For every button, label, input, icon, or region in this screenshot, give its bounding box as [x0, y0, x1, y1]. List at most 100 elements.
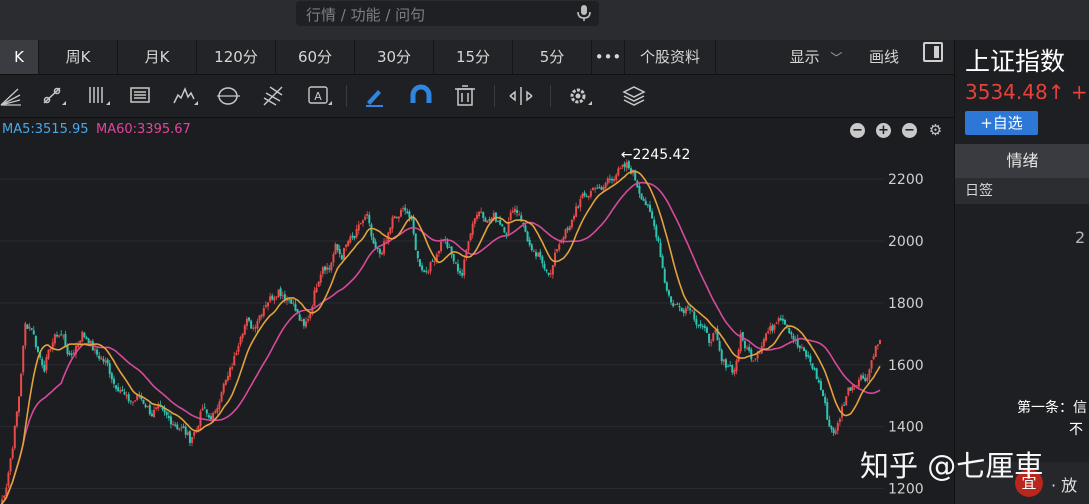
stock-profile-tab[interactable]: 个股资料 — [625, 40, 716, 74]
collapse-icon[interactable]: − — [850, 123, 865, 138]
candle-body — [184, 426, 187, 435]
candle-body — [378, 248, 381, 254]
fibonacci-icon[interactable] — [260, 83, 286, 109]
candle-body — [554, 252, 557, 266]
candle-body — [123, 392, 126, 395]
candle-body — [499, 219, 502, 225]
candle-body — [328, 268, 331, 270]
draw-line-button[interactable]: 画线 — [856, 40, 912, 74]
candle-body — [699, 323, 702, 327]
candle-body — [271, 295, 274, 300]
period-15min[interactable]: 15分 — [434, 40, 513, 74]
layout-toggle-icon[interactable] — [923, 42, 943, 62]
candle-body — [24, 323, 27, 346]
candle-body — [241, 333, 244, 339]
candle-body — [463, 259, 466, 276]
candle-body — [193, 432, 196, 436]
candle-body — [340, 255, 343, 260]
candle-body — [427, 271, 430, 273]
candle-body — [361, 220, 364, 224]
candle-body — [775, 322, 778, 324]
period-day-k[interactable]: K — [0, 40, 39, 74]
candle-body — [836, 423, 839, 431]
zoom-out-icon[interactable]: − — [902, 123, 917, 138]
candle-body — [591, 187, 594, 191]
pen-icon[interactable] — [362, 83, 388, 109]
period-month-k[interactable]: 月K — [118, 40, 197, 74]
period-30min[interactable]: 30分 — [355, 40, 434, 74]
candle-body — [526, 231, 529, 242]
candle-body — [83, 332, 86, 338]
candle-body — [577, 206, 580, 208]
period-60min[interactable]: 60分 — [276, 40, 355, 74]
candle-body — [237, 345, 240, 352]
candle-body — [535, 252, 538, 257]
period-5min[interactable]: 5分 — [513, 40, 592, 74]
ma5-value: MA5:3515.95 — [2, 122, 89, 137]
candlestick-chart[interactable]: 220020001800160014001200 ←2245.42 — [0, 142, 954, 504]
search-input[interactable]: 行情 / 功能 / 问句 — [296, 1, 599, 26]
candle-body — [201, 408, 204, 411]
trash-icon[interactable] — [452, 83, 478, 109]
candle-body — [819, 381, 822, 391]
candle-body — [657, 237, 660, 242]
candle-body — [220, 392, 223, 402]
more-periods-button[interactable]: ••• — [592, 40, 625, 74]
candle-body — [338, 249, 341, 255]
text-annotation-icon[interactable]: A — [306, 83, 332, 109]
display-dropdown[interactable]: 显示 ﹀ — [776, 40, 856, 74]
candle-body — [169, 416, 172, 425]
candle-body — [712, 333, 715, 342]
candle-body — [718, 340, 721, 351]
candle-body — [682, 309, 685, 314]
candle-body — [693, 311, 696, 320]
candle-body — [245, 318, 248, 326]
candle-body — [153, 410, 156, 418]
candle-body — [402, 208, 405, 210]
candle-body — [218, 401, 221, 409]
microphone-icon[interactable] — [575, 4, 593, 22]
toolbar-divider — [550, 85, 551, 107]
period-120min[interactable]: 120分 — [197, 40, 276, 74]
candle-body — [368, 215, 371, 224]
settings-icon[interactable] — [566, 83, 592, 109]
candle-body — [357, 224, 360, 231]
candle-body — [600, 187, 603, 190]
magnet-icon[interactable] — [408, 83, 434, 109]
candle-body — [748, 347, 751, 351]
parallel-lines-icon[interactable] — [86, 83, 112, 109]
gear-icon[interactable]: ⚙ — [928, 123, 943, 138]
zoom-in-icon[interactable]: + — [876, 123, 891, 138]
candle-body — [36, 346, 39, 352]
candle-body — [539, 251, 542, 258]
tab-sentiment[interactable]: 情绪 — [955, 144, 1089, 178]
candle-body — [803, 347, 806, 352]
candle-body — [640, 193, 643, 200]
period-week-k[interactable]: 周K — [39, 40, 118, 74]
trend-line-icon[interactable] — [40, 83, 66, 109]
candle-body — [860, 375, 863, 380]
candle-body — [165, 411, 168, 416]
candle-body — [68, 353, 71, 355]
candle-body — [798, 345, 801, 349]
add-watchlist-button[interactable]: +自选 — [965, 111, 1038, 135]
indicator-row: MA5:3515.95 MA60:3395.67 − + − ⚙ — [0, 118, 954, 142]
move-icon[interactable] — [508, 83, 534, 109]
candle-body — [621, 164, 624, 167]
candle-body — [792, 335, 795, 340]
cycle-icon[interactable] — [216, 83, 242, 109]
candle-body — [197, 425, 200, 431]
wave-line-icon[interactable] — [172, 83, 198, 109]
text-lines-icon[interactable] — [128, 83, 154, 109]
candle-body — [710, 341, 713, 344]
candle-body — [670, 296, 673, 303]
candle-body — [788, 327, 791, 333]
candle-body — [790, 332, 793, 335]
candle-body — [741, 332, 744, 341]
layers-icon[interactable] — [622, 83, 648, 109]
candle-body — [429, 262, 432, 272]
candle-body — [845, 396, 848, 406]
candle-body — [461, 272, 464, 276]
candle-body — [754, 358, 757, 360]
fan-lines-icon[interactable] — [0, 83, 26, 109]
